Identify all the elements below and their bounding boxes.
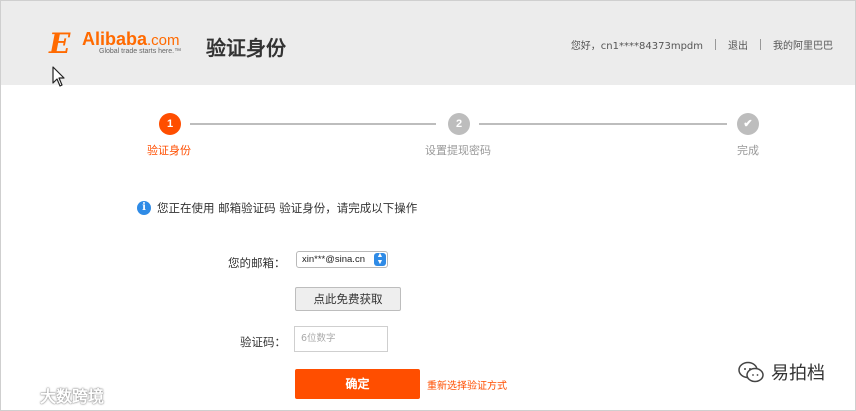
page-title: 验证身份 (206, 36, 286, 60)
mouse-cursor-icon (52, 66, 65, 87)
verification-notice: i 您正在使用 邮箱验证码 验证身份，请完成以下操作 (137, 200, 417, 216)
step-2-label: 设置提现密码 (425, 144, 491, 157)
logo-name: Alibaba.com (82, 29, 180, 49)
logout-link[interactable]: 退出 (728, 37, 748, 52)
step-connector (190, 123, 436, 125)
logo-tagline: Global trade starts here.™ (99, 48, 182, 55)
step-2-circle: 2 (448, 113, 470, 135)
step-3-label: 完成 (737, 144, 759, 157)
verification-code-input[interactable]: 6位数字 (294, 326, 388, 352)
divider (715, 39, 716, 50)
step-1-circle: 1 (159, 113, 181, 135)
notice-text: 您正在使用 邮箱验证码 验证身份，请完成以下操作 (157, 201, 418, 215)
step-3-check-icon: ✔ (737, 113, 759, 135)
step-connector (479, 123, 727, 125)
reselect-method-link[interactable]: 重新选择验证方式 (427, 377, 507, 392)
watermark-right-text: 易拍档 (771, 363, 825, 384)
user-greeting: 您好，cn1****84373mpdm (570, 41, 703, 52)
watermark-left: 大数跨境 (10, 383, 104, 407)
email-select-value: xin***@sina.cn (302, 254, 365, 265)
user-links: 您好，cn1****84373mpdm 退出 我的阿里巴巴 (571, 37, 833, 52)
alibaba-logo[interactable]: E Alibaba.com Global trade starts here.™ (49, 29, 199, 63)
logo-mark: E (49, 27, 71, 60)
watermark-left-text: 大数跨境 (40, 387, 105, 406)
header-bar: E Alibaba.com Global trade starts here.™… (1, 1, 855, 85)
watermark-right: 易拍档 (737, 359, 825, 385)
get-code-button[interactable]: 点此免费获取 (295, 287, 401, 311)
code-label: 验证码： (240, 335, 286, 349)
watermark-logo-icon (10, 388, 36, 402)
email-select[interactable]: xin***@sina.cn ▲ ▼ (296, 251, 388, 268)
step-1-label: 验证身份 (147, 144, 191, 157)
confirm-button[interactable]: 确定 (295, 369, 420, 399)
info-icon: i (137, 201, 151, 215)
divider (760, 39, 761, 50)
email-label: 您的邮箱： (228, 256, 286, 270)
wechat-icon (738, 361, 764, 383)
my-alibaba-link[interactable]: 我的阿里巴巴 (773, 37, 833, 52)
select-arrows-icon: ▲ ▼ (374, 252, 386, 266)
